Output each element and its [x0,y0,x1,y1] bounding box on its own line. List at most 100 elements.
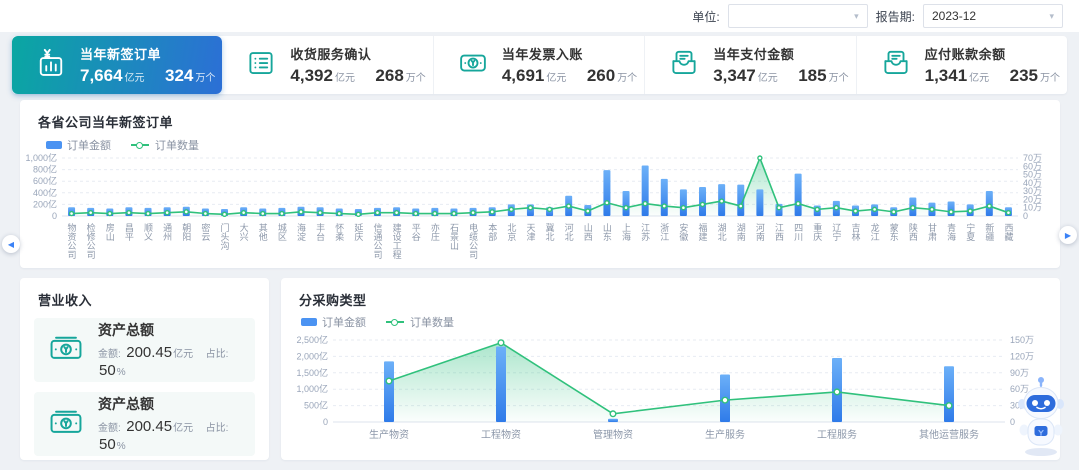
svg-text:江西: 江西 [774,223,784,242]
svg-text:电缆公司: 电缆公司 [468,222,478,259]
svg-text:西藏: 西藏 [1003,223,1013,242]
svg-text:怀柔: 怀柔 [334,222,344,242]
legend-item-order-count[interactable]: 订单数量 [386,314,454,330]
unit-filter-label: 单位: [692,9,720,24]
svg-text:四川: 四川 [793,223,803,241]
svg-text:安徽: 安徽 [678,222,688,242]
svg-text:丰台: 丰台 [315,222,325,242]
svg-text:延庆: 延庆 [353,222,363,242]
period-filter-label: 报告期: [875,9,915,24]
svg-text:新疆: 新疆 [984,222,994,242]
chevron-down-icon: ▾ [854,10,859,21]
amount-unit: 亿元 [173,423,194,434]
svg-text:昌平: 昌平 [124,223,134,242]
svg-text:生产服务: 生产服务 [705,428,745,441]
kpi-strip: 当年新签订单 7,664 亿元 324 万个 收货服务确认 4,392 亿元 268 万… [12,36,1067,94]
ratio-unit: % [116,367,126,378]
svg-text:城区: 城区 [277,223,287,241]
svg-text:70万: 70万 [1023,153,1042,163]
svg-text:山东: 山东 [602,223,612,241]
kpi-card-payment[interactable]: 当年支付金额 3,347 亿元 185 万个 [644,36,855,94]
svg-text:2,500亿: 2,500亿 [296,334,328,345]
svg-text:龙江: 龙江 [870,222,880,242]
yuan-bar-chart-icon [36,48,66,83]
svg-text:宁夏: 宁夏 [965,222,975,241]
card-title: 资产总额 [98,396,154,412]
carousel-next-button[interactable]: ▶ [1059,226,1077,244]
amount-unit: 亿元 [173,349,194,360]
svg-text:200亿: 200亿 [33,198,57,209]
svg-text:辽宁: 辽宁 [831,223,841,241]
payment-tray-icon [881,48,911,83]
ratio-value: 50 [99,436,116,453]
legend-item-order-amount[interactable]: 订单金额 [301,314,366,330]
unit-select[interactable]: ▾ [727,4,868,28]
assistant-robot-button[interactable] [1012,372,1070,458]
kpi-title: 当年发票入账 [501,47,583,62]
bar-swatch-icon [301,318,317,326]
legend-item-order-amount[interactable]: 订单金额 [46,137,111,153]
bar-swatch-icon [46,141,62,149]
kpi-title: 当年新签订单 [80,47,162,62]
svg-text:海淀: 海淀 [296,222,306,242]
asset-total-card[interactable]: 资产总额 金额: 200.45亿元 占比: 50% [34,392,255,456]
asset-total-card[interactable]: 资产总额 金额: 200.45亿元 占比: 50% [34,318,255,382]
kpi-count: 235 [1009,66,1038,85]
legend-item-order-count[interactable]: 订单数量 [131,137,199,153]
filter-bar: 单位: ▾ 报告期: 2023-12 ▾ [0,0,1079,32]
carousel-prev-button[interactable]: ◀ [2,235,20,253]
kpi-amount-unit: 亿元 [546,73,567,84]
svg-text:其他运营服务: 其他运营服务 [919,428,979,441]
svg-text:顺义: 顺义 [143,223,153,241]
kpi-count-unit: 万个 [617,73,638,84]
svg-text:蒙东: 蒙东 [889,222,899,241]
purchase-type-chart[interactable]: 0500亿1,000亿1,500亿2,000亿2,500亿030万60万90万1… [281,334,1060,458]
svg-text:天津: 天津 [525,223,535,242]
amount-value: 200.45 [126,344,173,361]
amount-label: 金额: [98,423,121,434]
period-select-value: 2023-12 [932,9,977,23]
svg-text:亦庄: 亦庄 [430,222,440,242]
svg-text:朝阳: 朝阳 [181,223,191,241]
legend-label: 订单数量 [155,140,199,152]
banknote-stack-icon [46,405,86,444]
period-select[interactable]: 2023-12 ▾ [923,4,1063,28]
kpi-amount-unit: 亿元 [124,73,145,84]
purchase-type-panel: 分采购类型 订单金额 订单数量 0 500亿 1,000亿 1,500亿 2,000亿 2… [281,278,1060,460]
kpi-title: 当年支付金额 [713,47,795,62]
svg-text:120万: 120万 [1010,351,1034,361]
svg-text:工程物资: 工程物资 [481,428,521,441]
kpi-card-new-orders[interactable]: 当年新签订单 7,664 亿元 324 万个 [12,36,223,94]
svg-text:检修公司: 检修公司 [86,222,96,259]
svg-text:陕西: 陕西 [908,222,918,242]
kpi-title: 收货服务确认 [290,47,372,62]
svg-text:信通公司: 信通公司 [372,222,382,259]
svg-text:生产物资: 生产物资 [369,428,409,441]
svg-text:0: 0 [323,417,328,427]
kpi-count: 260 [586,66,616,85]
svg-text:1,500亿: 1,500亿 [296,367,328,378]
panel-title: 分采购类型 [299,293,367,308]
svg-text:150万: 150万 [1010,335,1034,345]
svg-text:福建: 福建 [698,222,708,242]
svg-text:吉林: 吉林 [850,223,860,242]
province-orders-chart[interactable]: 0 200亿 400亿 600亿 800亿 1,000亿 0 10万 20万 30万 40万 50万 6… [20,152,1060,268]
svg-text:800亿: 800亿 [33,164,57,175]
banknote-icon [458,48,488,83]
kpi-amount-unit: 亿元 [334,73,355,84]
kpi-card-invoice[interactable]: 当年发票入账 4,691 亿元 260 万个 [432,36,644,94]
province-orders-panel: 各省公司当年新签订单 订单金额 订单数量 0 200亿 400亿 600亿 800亿 1,… [20,100,1060,268]
legend-label: 订单数量 [410,317,454,329]
svg-text:山西: 山西 [583,223,593,242]
svg-text:密云: 密云 [200,222,210,242]
svg-text:上海: 上海 [621,223,631,242]
svg-text:河北: 河北 [564,222,574,242]
payment-tray-icon [669,48,699,83]
kpi-card-receipt-confirm[interactable]: 收货服务确认 4,392 亿元 268 万个 [222,36,432,94]
svg-text:湖南: 湖南 [736,223,746,241]
kpi-card-payable-balance[interactable]: 应付账款余额 1,341 亿元 235 万个 [855,36,1067,94]
ratio-label: 占比: [205,423,229,434]
ratio-unit: % [116,441,126,452]
kpi-amount-unit: 亿元 [969,73,990,84]
svg-text:通州: 通州 [162,223,172,241]
